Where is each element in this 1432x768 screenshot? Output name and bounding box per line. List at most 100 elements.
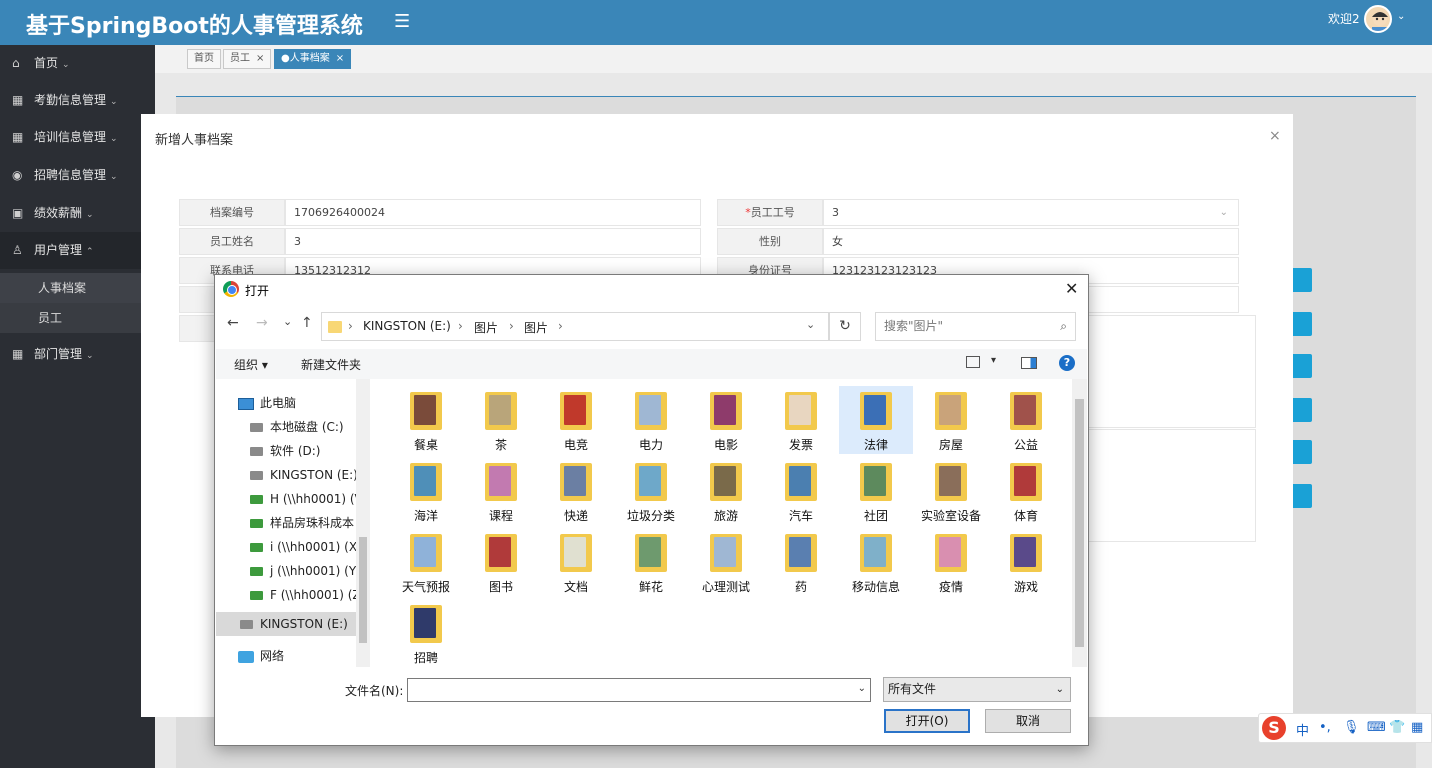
folder-item[interactable]: 文档 (539, 528, 613, 596)
microphone-icon[interactable]: 🎙 (1343, 720, 1360, 735)
row-action-button[interactable] (1290, 484, 1312, 508)
folder-item[interactable]: 游戏 (989, 528, 1063, 596)
sidebar-item-recruitment[interactable]: ◉ 招聘信息管理 ⌄ (0, 157, 155, 194)
avatar[interactable] (1364, 5, 1392, 33)
folder-thumbnail (789, 537, 811, 567)
breadcrumb-item[interactable]: 图片 (474, 319, 498, 336)
close-icon[interactable]: × (1269, 128, 1281, 144)
folder-item[interactable]: 电竞 (539, 386, 613, 454)
folder-item[interactable]: 法律 (839, 386, 913, 454)
chevron-down-icon[interactable]: ▾ (991, 355, 996, 366)
open-button[interactable]: 打开(O) (884, 709, 970, 733)
tree-item-drive[interactable]: H (\\hh0001) (V (250, 487, 356, 511)
folder-item[interactable]: 药 (764, 528, 838, 596)
folder-item[interactable]: 移动信息 (839, 528, 913, 596)
folder-item[interactable]: 电影 (689, 386, 763, 454)
tab-employees[interactable]: 员工 × (223, 49, 272, 69)
chevron-down-icon[interactable]: ⌄ (1397, 11, 1405, 22)
row-action-button[interactable] (1290, 354, 1312, 378)
sogou-logo-icon[interactable]: S (1262, 716, 1286, 740)
folder-item[interactable]: 公益 (989, 386, 1063, 454)
address-bar[interactable]: › KINGSTON (E:) › 图片 › 图片 › ⌄ (321, 312, 829, 341)
search-input[interactable]: 搜索"图片" ⌕ (875, 312, 1076, 341)
folder-item[interactable]: 天气预报 (389, 528, 463, 596)
cancel-button[interactable]: 取消 (985, 709, 1071, 733)
chevron-down-icon[interactable]: ⌄ (858, 683, 866, 694)
recent-locations-icon[interactable]: ⌄ (283, 315, 292, 328)
skin-icon[interactable]: 👕 (1389, 720, 1405, 735)
close-icon[interactable]: × (336, 53, 344, 64)
back-icon[interactable]: ← (227, 315, 239, 331)
folder-item[interactable]: 发票 (764, 386, 838, 454)
filename-input[interactable]: ⌄ (407, 678, 871, 702)
ime-language-toggle[interactable]: 中 (1296, 720, 1309, 739)
folder-item[interactable]: 海洋 (389, 457, 463, 525)
toolbox-icon[interactable]: ▦ (1411, 720, 1423, 735)
close-icon[interactable]: × (256, 53, 264, 64)
punctuation-icon[interactable]: •, (1319, 720, 1331, 735)
chevron-down-icon[interactable]: ⌄ (806, 318, 815, 331)
folder-item[interactable]: 茶 (464, 386, 538, 454)
keyboard-icon[interactable]: ⌨ (1367, 720, 1386, 735)
folder-item[interactable]: 电力 (614, 386, 688, 454)
row-action-button[interactable] (1290, 398, 1312, 422)
folder-item[interactable]: 心理测试 (689, 528, 763, 596)
row-action-button[interactable] (1290, 268, 1312, 292)
folder-item[interactable]: 垃圾分类 (614, 457, 688, 525)
tree-item-drive[interactable]: j (\\hh0001) (Y: (250, 559, 356, 583)
folder-item[interactable]: 社团 (839, 457, 913, 525)
up-icon[interactable]: ↑ (301, 315, 313, 331)
view-mode-icon[interactable] (966, 356, 980, 368)
organize-button[interactable]: 组织 ▾ (234, 356, 268, 373)
folder-item[interactable]: 招聘 (389, 599, 463, 667)
sidebar-subitem-employees[interactable]: 员工 (0, 303, 155, 333)
folder-item[interactable]: 快递 (539, 457, 613, 525)
emp-name-input[interactable]: 3 (285, 228, 701, 255)
filetype-select[interactable]: 所有文件 ⌄ (883, 677, 1071, 702)
refresh-icon[interactable]: ↻ (829, 312, 861, 341)
menu-toggle-icon[interactable]: ☰ (394, 11, 410, 32)
tree-item-drive[interactable]: i (\\hh0001) (X: (250, 535, 356, 559)
sidebar-item-performance[interactable]: ▣ 绩效薪酬 ⌄ (0, 195, 155, 232)
tab-home[interactable]: 首页 (187, 49, 221, 69)
grid-scrollbar-thumb[interactable] (1075, 399, 1084, 647)
preview-pane-icon[interactable] (1021, 357, 1037, 369)
user-icon: ♙ (12, 243, 23, 257)
sidebar-item-home[interactable]: ⌂ 首页 ⌄ (0, 45, 155, 82)
sidebar-item-users[interactable]: ♙ 用户管理 ⌃ (0, 232, 155, 269)
folder-item[interactable]: 体育 (989, 457, 1063, 525)
breadcrumb-item[interactable]: KINGSTON (E:) (363, 319, 451, 333)
folder-name: 公益 (1013, 438, 1038, 452)
tab-archives[interactable]: ●人事档案 × (274, 49, 352, 69)
archive-no-input[interactable]: 1706926400024 (285, 199, 701, 226)
close-icon[interactable]: ✕ (1065, 279, 1078, 298)
folder-item[interactable]: 鲜花 (614, 528, 688, 596)
emp-no-select[interactable]: 3 ⌄ (823, 199, 1239, 226)
sidebar-item-departments[interactable]: ▦ 部门管理 ⌄ (0, 336, 155, 373)
folder-item[interactable]: 汽车 (764, 457, 838, 525)
breadcrumb-item[interactable]: 图片 (524, 319, 548, 336)
folder-item[interactable]: 疫情 (914, 528, 988, 596)
help-icon[interactable]: ? (1059, 355, 1075, 371)
chevron-down-icon: ⌄ (110, 97, 118, 107)
tree-scrollbar-thumb[interactable] (359, 537, 367, 643)
folder-item[interactable]: 课程 (464, 457, 538, 525)
sidebar-subitem-archives[interactable]: 人事档案 (0, 273, 155, 303)
folder-item[interactable]: 旅游 (689, 457, 763, 525)
forward-icon[interactable]: → (256, 315, 268, 331)
folder-item[interactable]: 房屋 (914, 386, 988, 454)
tree-item-drive[interactable]: 样品房珠科成本 (250, 511, 356, 535)
folder-item[interactable]: 实验室设备 (914, 457, 988, 525)
tree-item-drive[interactable]: KINGSTON (E:) (250, 463, 356, 487)
row-action-button[interactable] (1290, 440, 1312, 464)
sidebar-item-training[interactable]: ▦ 培训信息管理 ⌄ (0, 119, 155, 156)
folder-item[interactable]: 图书 (464, 528, 538, 596)
folder-thumbnail (414, 395, 436, 425)
gender-input[interactable]: 女 (823, 228, 1239, 255)
row-action-button[interactable] (1290, 312, 1312, 336)
sidebar-item-attendance[interactable]: ▦ 考勤信息管理 ⌄ (0, 82, 155, 119)
tree-item-drive-selected[interactable]: KINGSTON (E:) (216, 612, 356, 636)
new-folder-button[interactable]: 新建文件夹 (301, 356, 361, 373)
tree-item-drive[interactable]: F (\\hh0001) (Z (250, 583, 356, 607)
folder-item[interactable]: 餐桌 (389, 386, 463, 454)
